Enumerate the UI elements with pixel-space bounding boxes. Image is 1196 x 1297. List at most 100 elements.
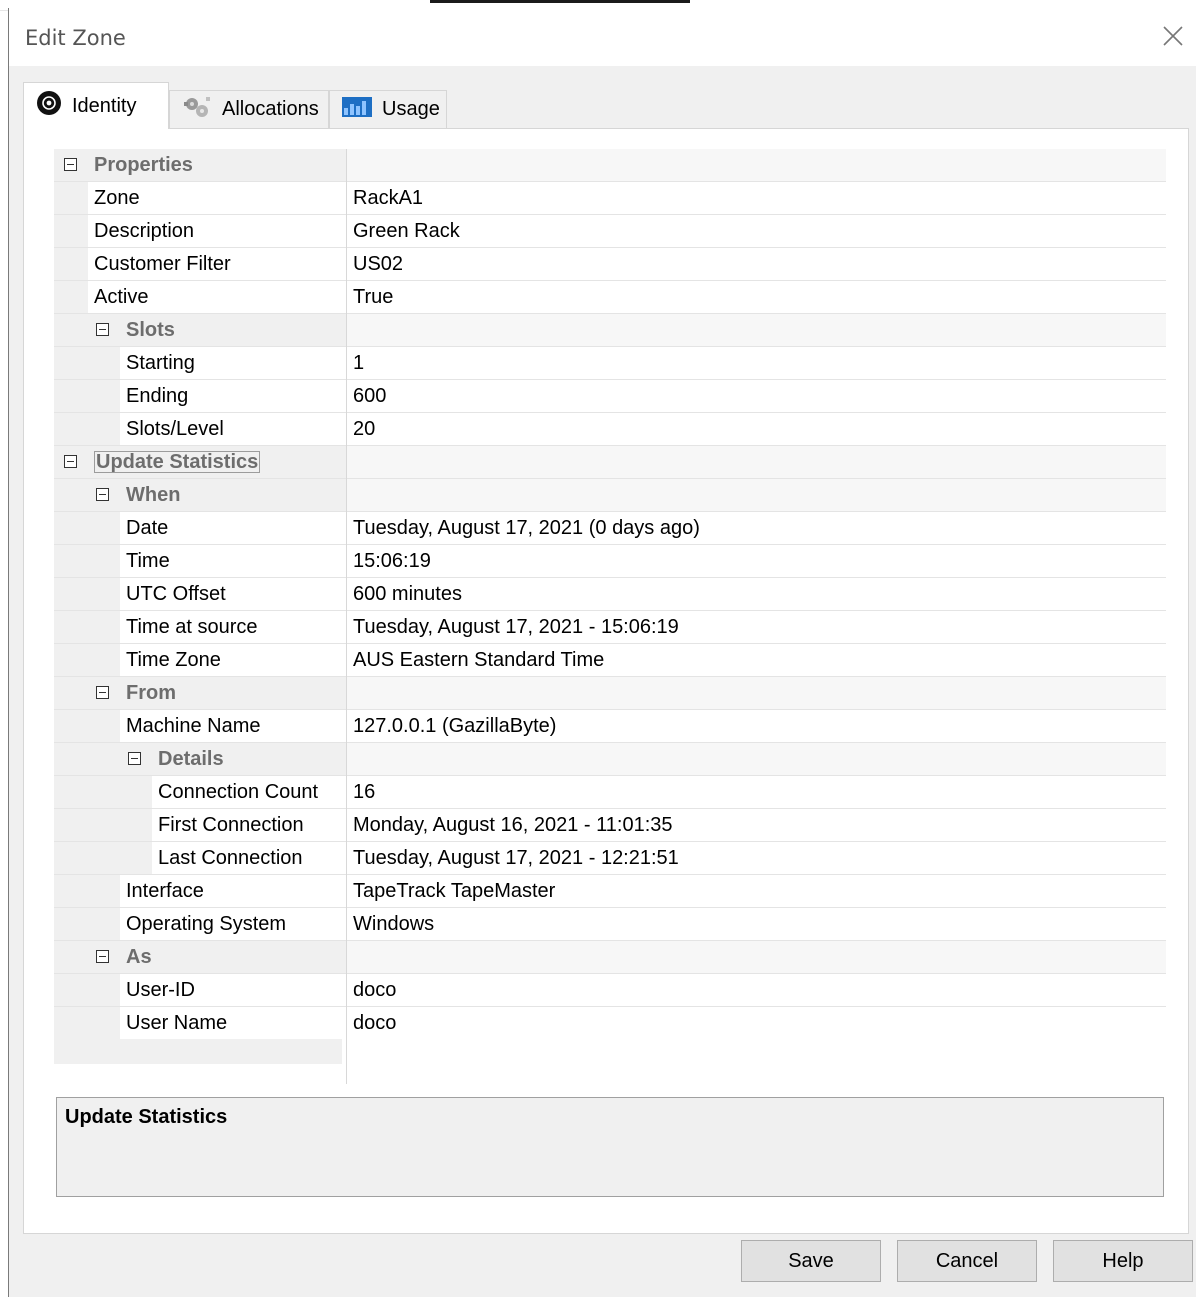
property-value[interactable]: AUS Eastern Standard Time [347,644,1166,676]
column-divider[interactable] [346,149,347,1084]
property-label: Active [88,281,346,313]
property-value[interactable]: 1 [347,347,1166,379]
edit-zone-dialog: Edit Zone Identity Allocations Usage Pro… [8,8,1196,1297]
property-label: Time Zone [120,644,346,676]
collapse-toggle-icon[interactable] [64,455,77,468]
collapse-toggle-icon[interactable] [96,686,109,699]
chart-icon [342,96,372,124]
category-details[interactable]: Details [54,743,1166,776]
property-value[interactable]: Monday, August 16, 2021 - 11:01:35 [347,809,1166,841]
property-value[interactable]: doco [347,1007,1166,1039]
property-row-customer-filter[interactable]: Customer Filter US02 [54,248,1166,281]
property-row-time-at-source[interactable]: Time at source Tuesday, August 17, 2021 … [54,611,1166,644]
category-value-cell [347,479,1166,511]
property-label: First Connection [152,809,346,841]
collapse-toggle-icon[interactable] [96,323,109,336]
property-value[interactable]: 600 minutes [347,578,1166,610]
property-value[interactable]: Tuesday, August 17, 2021 - 15:06:19 [347,611,1166,643]
property-row-connection-count[interactable]: Connection Count 16 [54,776,1166,809]
property-label: Interface [120,875,346,907]
category-properties[interactable]: Properties [54,149,1166,182]
property-row-user-name[interactable]: User Name doco [54,1007,1166,1040]
description-title: Update Statistics [65,1106,228,1128]
category-from[interactable]: From [54,677,1166,710]
tab-usage[interactable]: Usage [329,90,447,128]
property-value[interactable]: 20 [347,413,1166,445]
property-row-operating-system[interactable]: Operating System Windows [54,908,1166,941]
property-row-machine-name[interactable]: Machine Name 127.0.0.1 (GazillaByte) [54,710,1166,743]
property-grid[interactable]: Properties Zone RackA1 Description Green… [54,149,1166,1084]
category-value-cell [347,743,1166,775]
property-label: Starting [120,347,346,379]
property-value[interactable]: 600 [347,380,1166,412]
property-label: Ending [120,380,346,412]
property-row-slots-level[interactable]: Slots/Level 20 [54,413,1166,446]
property-label: Last Connection [152,842,346,874]
property-value[interactable]: True [347,281,1166,313]
category-label: Slots [126,314,346,346]
property-value[interactable]: Tuesday, August 17, 2021 - 12:21:51 [347,842,1166,874]
category-label-cell: Update Statistics [94,446,346,478]
dialog-title: Edit Zone [25,26,126,50]
category-value-cell [347,446,1166,478]
property-label: Zone [88,182,346,214]
tab-allocations-label: Allocations [222,98,319,120]
help-button[interactable]: Help [1053,1240,1193,1282]
property-label: Machine Name [120,710,346,742]
description-panel: Update Statistics [56,1097,1164,1197]
at-sign-icon [36,90,62,122]
property-label: Description [88,215,346,247]
property-row-user-id[interactable]: User-ID doco [54,974,1166,1007]
collapse-toggle-icon[interactable] [96,488,109,501]
property-row-first-connection[interactable]: First Connection Monday, August 16, 2021… [54,809,1166,842]
property-label: Operating System [120,908,346,940]
property-value[interactable]: Windows [347,908,1166,940]
property-row-last-connection[interactable]: Last Connection Tuesday, August 17, 2021… [54,842,1166,875]
property-label: UTC Offset [120,578,346,610]
property-row-starting[interactable]: Starting 1 [54,347,1166,380]
property-row-zone[interactable]: Zone RackA1 [54,182,1166,215]
property-value[interactable]: TapeTrack TapeMaster [347,875,1166,907]
category-slots[interactable]: Slots [54,314,1166,347]
property-value[interactable]: Tuesday, August 17, 2021 (0 days ago) [347,512,1166,544]
property-row-time-zone[interactable]: Time Zone AUS Eastern Standard Time [54,644,1166,677]
property-row-active[interactable]: Active True [54,281,1166,314]
tab-usage-label: Usage [382,98,440,120]
property-row-description[interactable]: Description Green Rack [54,215,1166,248]
category-when[interactable]: When [54,479,1166,512]
background-window-title-fragment [430,0,690,3]
property-value[interactable]: US02 [347,248,1166,280]
property-value[interactable]: 127.0.0.1 (GazillaByte) [347,710,1166,742]
gears-icon [182,94,212,126]
collapse-toggle-icon[interactable] [96,950,109,963]
property-value[interactable]: doco [347,974,1166,1006]
property-label: Time [120,545,346,577]
cancel-button[interactable]: Cancel [897,1240,1037,1282]
property-value[interactable]: RackA1 [347,182,1166,214]
close-icon[interactable] [1159,22,1187,50]
category-label: From [126,677,346,709]
tab-identity[interactable]: Identity [23,82,169,129]
category-as[interactable]: As [54,941,1166,974]
category-label: Update Statistics [94,451,261,473]
category-update-statistics[interactable]: Update Statistics [54,446,1166,479]
property-row-interface[interactable]: Interface TapeTrack TapeMaster [54,875,1166,908]
property-value[interactable]: 15:06:19 [347,545,1166,577]
property-row-time[interactable]: Time 15:06:19 [54,545,1166,578]
property-value[interactable]: 16 [347,776,1166,808]
property-label: Slots/Level [120,413,346,445]
collapse-toggle-icon[interactable] [64,158,77,171]
property-label: Connection Count [152,776,346,808]
title-bar: Edit Zone [9,8,1196,66]
property-label: Time at source [120,611,346,643]
property-row-ending[interactable]: Ending 600 [54,380,1166,413]
property-row-utc-offset[interactable]: UTC Offset 600 minutes [54,578,1166,611]
category-value-cell [347,677,1166,709]
save-button[interactable]: Save [741,1240,881,1282]
collapse-toggle-icon[interactable] [128,752,141,765]
tab-allocations[interactable]: Allocations [169,90,329,128]
property-row-date[interactable]: Date Tuesday, August 17, 2021 (0 days ag… [54,512,1166,545]
property-value[interactable]: Green Rack [347,215,1166,247]
category-value-cell [347,149,1166,181]
category-label: When [126,479,346,511]
